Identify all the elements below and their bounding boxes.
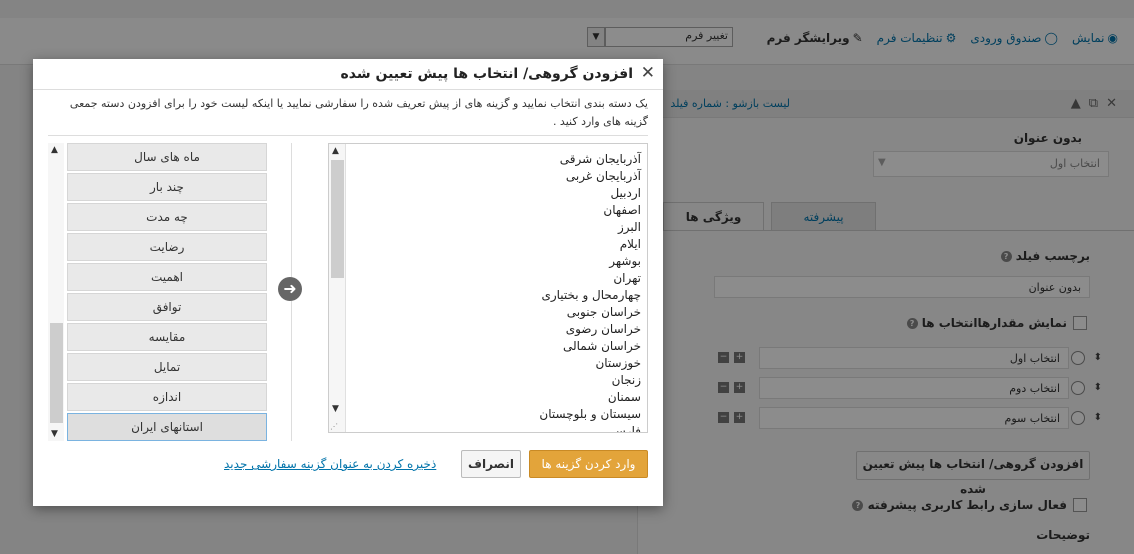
- category-item[interactable]: مقایسه: [67, 323, 267, 351]
- scrollbar-thumb[interactable]: [331, 160, 344, 278]
- list-item: سمنان: [607, 390, 641, 404]
- preview-scrollbar[interactable]: ▲ ▼: [329, 144, 346, 432]
- cancel-button[interactable]: انصراف: [461, 450, 521, 478]
- category-item[interactable]: تمایل: [67, 353, 267, 381]
- list-item: تهران: [613, 271, 641, 285]
- list-item: بوشهر: [609, 254, 641, 268]
- list-item: آذربایجان غربی: [565, 169, 641, 183]
- scroll-up-icon[interactable]: ▲: [51, 145, 58, 155]
- category-list: ماه های سال چند بار چه مدت رضایت اهمیت ت…: [48, 143, 269, 441]
- list-item: خراسان شمالی: [562, 339, 641, 353]
- list-item: فارس: [611, 424, 641, 433]
- list-item: چهارمحال و بختیاری: [541, 288, 641, 302]
- save-as-custom-link[interactable]: ذخیره کردن به عنوان گزینه سفارشی جدید: [224, 457, 436, 471]
- arrow-right-icon[interactable]: ➜: [278, 277, 302, 301]
- scroll-down-icon[interactable]: ▼: [332, 404, 339, 414]
- list-item: خراسان جنوبی: [566, 305, 641, 319]
- insert-options-button[interactable]: وارد کردن گزینه ها: [529, 450, 648, 478]
- modal-title: افزودن گروهی/ انتخاب ها پیش تعیین شده: [340, 66, 633, 82]
- scrollbar-thumb[interactable]: [50, 323, 63, 423]
- bulk-add-modal: ✕ افزودن گروهی/ انتخاب ها پیش تعیین شده …: [33, 59, 663, 506]
- modal-description: یک دسته بندی انتخاب نمایید و گزینه های ا…: [69, 97, 648, 128]
- scroll-down-icon[interactable]: ▼: [51, 429, 58, 439]
- category-item-selected[interactable]: استانهای ایران: [67, 413, 267, 441]
- category-item[interactable]: چند بار: [67, 173, 267, 201]
- list-item: زنجان: [611, 373, 641, 387]
- category-item[interactable]: اهمیت: [67, 263, 267, 291]
- category-item[interactable]: رضایت: [67, 233, 267, 261]
- resize-grip-icon[interactable]: ⋰: [330, 422, 338, 431]
- list-item: البرز: [617, 220, 641, 234]
- list-item: اردبیل: [610, 186, 641, 200]
- list-item: خراسان رضوی: [565, 322, 641, 336]
- list-item: آذربایجان شرقی: [559, 152, 641, 166]
- options-preview-lines: آذربایجان شرقی آذربایجان غربی اردبیل اصف…: [539, 151, 641, 433]
- modal-divider: [33, 89, 663, 90]
- list-item: خوزستان: [595, 356, 641, 370]
- close-icon[interactable]: ✕: [641, 63, 655, 83]
- category-item[interactable]: چه مدت: [67, 203, 267, 231]
- list-item: سیستان و بلوچستان: [539, 407, 641, 421]
- list-item: ایلام: [619, 237, 641, 251]
- category-item[interactable]: توافق: [67, 293, 267, 321]
- options-preview-textarea[interactable]: آذربایجان شرقی آذربایجان غربی اردبیل اصف…: [328, 143, 648, 433]
- scroll-up-icon[interactable]: ▲: [332, 146, 339, 156]
- list-item: اصفهان: [603, 203, 641, 217]
- category-scrollbar[interactable]: ▲ ▼: [48, 143, 64, 441]
- modal-divider: [48, 135, 648, 136]
- category-item[interactable]: ماه های سال: [67, 143, 267, 171]
- category-item[interactable]: اندازه: [67, 383, 267, 411]
